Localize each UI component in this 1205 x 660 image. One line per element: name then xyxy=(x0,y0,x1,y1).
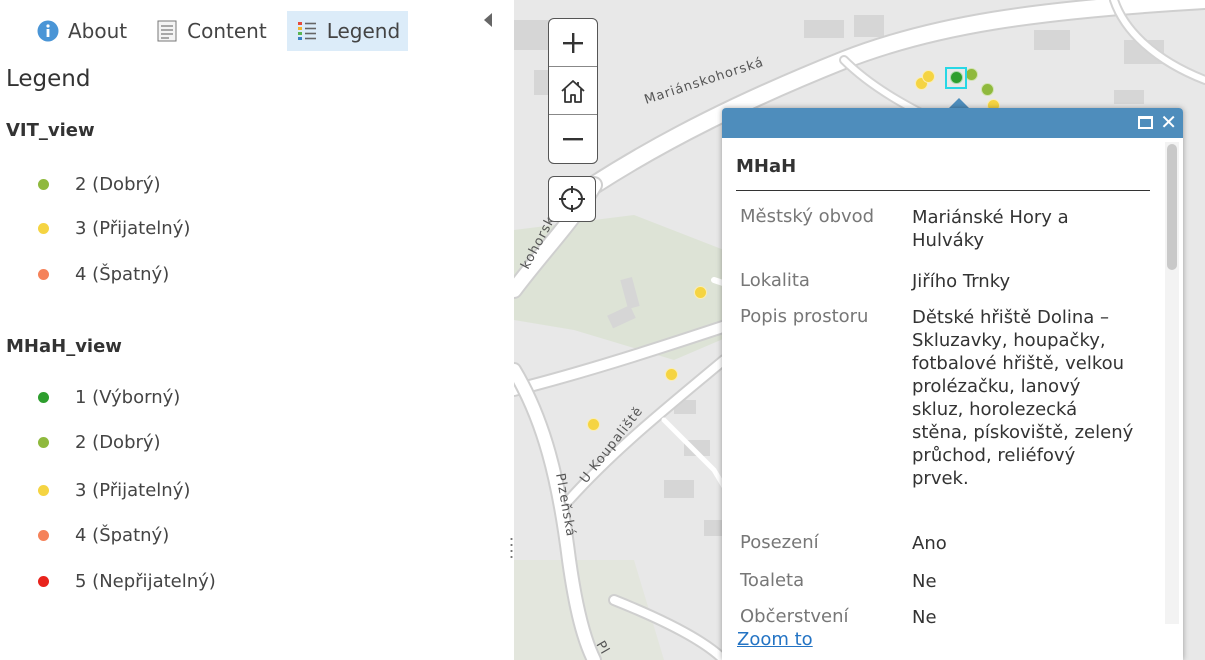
legend-item-label: 4 (Špatný) xyxy=(75,524,170,546)
legend-item: 1 (Výborný) xyxy=(38,383,180,411)
feature-popup: ✕ MHaH Městský obvod Mariánské Hory a Hu… xyxy=(722,108,1183,660)
content-list-icon xyxy=(155,19,179,43)
attribute-value: Jiřího Trnky xyxy=(912,270,1150,293)
attribute-name: Toaleta xyxy=(740,570,805,591)
legend-item: 2 (Dobrý) xyxy=(38,428,161,456)
value-line: prolézačku, lanový xyxy=(912,376,1081,397)
value-line: Dětské hřiště Dolina – xyxy=(912,307,1110,328)
splitter-grip-icon[interactable] xyxy=(510,536,513,562)
value-line: Hulváky xyxy=(912,230,985,251)
legend-item: 2 (Dobrý) xyxy=(38,170,161,198)
map-point[interactable] xyxy=(981,83,994,96)
legend-item: 4 (Špatný) xyxy=(38,521,169,549)
home-button[interactable] xyxy=(549,67,597,115)
attribute-name: Lokalita xyxy=(740,270,810,291)
tab-about[interactable]: About xyxy=(28,11,135,51)
attribute-value: Dětské hřiště Dolina – Skluzavky, houpač… xyxy=(912,306,1150,490)
tab-legend-label: Legend xyxy=(326,19,401,43)
legend-swatch xyxy=(38,436,49,448)
minus-icon xyxy=(563,138,583,141)
zoom-to-link[interactable]: Zoom to xyxy=(737,629,813,650)
legend-item-label: 2 (Dobrý) xyxy=(75,173,161,195)
value-line: Skluzavky, houpačky, xyxy=(912,330,1106,351)
map-point[interactable] xyxy=(694,286,707,299)
legend-swatch xyxy=(38,529,49,541)
selected-feature-highlight xyxy=(945,67,967,89)
value-line: průchod, reliéfový xyxy=(912,445,1076,466)
panel-tabs: About Content Legend xyxy=(28,11,409,51)
legend-title: Legend xyxy=(6,66,91,92)
attribute-name: Městský obvod xyxy=(740,206,875,227)
info-icon xyxy=(36,19,60,43)
map-point[interactable] xyxy=(922,70,935,83)
zoom-in-button[interactable] xyxy=(549,19,597,67)
legend-item: 3 (Přijatelný) xyxy=(38,214,190,242)
legend-swatch xyxy=(38,222,49,234)
tab-legend[interactable]: Legend xyxy=(286,11,409,51)
value-line: Ne xyxy=(912,571,937,592)
value-line: prvek. xyxy=(912,468,969,489)
value-line: Mariánské Hory a xyxy=(912,207,1069,228)
legend-item-label: 5 (Nepřijatelný) xyxy=(75,570,216,592)
locate-button[interactable] xyxy=(548,176,596,222)
attribute-name: Popis prostoru xyxy=(740,306,869,327)
value-line: Jiřího Trnky xyxy=(912,271,1011,292)
locate-icon xyxy=(559,186,585,212)
value-line: stěna, pískoviště, zelený xyxy=(912,422,1134,443)
popup-body: MHaH Městský obvod Mariánské Hory a Hulv… xyxy=(736,138,1151,660)
legend-layer-title: VIT_view xyxy=(6,120,95,141)
legend-item: 4 (Špatný) xyxy=(38,260,169,288)
zoom-controls xyxy=(548,18,598,164)
map-point[interactable] xyxy=(665,368,678,381)
legend-item-label: 3 (Přijatelný) xyxy=(75,479,191,501)
attribute-name: Občerstvení xyxy=(740,606,849,627)
legend-item-label: 2 (Dobrý) xyxy=(75,431,161,453)
attribute-value: Ne xyxy=(912,606,1150,629)
plus-icon xyxy=(563,32,583,53)
value-line: Ne xyxy=(912,607,937,628)
tab-about-label: About xyxy=(68,19,128,43)
close-icon[interactable]: ✕ xyxy=(1160,111,1177,133)
collapse-panel-icon[interactable] xyxy=(484,13,492,27)
attribute-value: Mariánské Hory a Hulváky xyxy=(912,206,1150,252)
home-icon xyxy=(561,79,585,103)
legend-layer-title: MHaH_view xyxy=(6,336,122,357)
legend-item-label: 4 (Špatný) xyxy=(75,263,170,285)
legend-item: 5 (Nepřijatelný) xyxy=(38,567,216,595)
attribute-value: Ne xyxy=(912,570,1150,593)
popup-title: MHaH xyxy=(736,156,797,177)
tab-content[interactable]: Content xyxy=(147,11,275,51)
legend-item-label: 1 (Výborný) xyxy=(75,386,181,408)
legend-swatch xyxy=(38,575,49,587)
legend-item-label: 3 (Přijatelný) xyxy=(75,217,191,239)
legend-swatch xyxy=(38,484,49,496)
zoom-out-button[interactable] xyxy=(549,115,597,163)
map-view[interactable]: Mariánskohorská kohorská U Koupaliště Pl… xyxy=(514,0,1205,660)
value-line: Ano xyxy=(912,533,947,554)
value-line: skluz, horolezecká xyxy=(912,399,1078,420)
attribute-name: Posezení xyxy=(740,532,819,553)
popup-header: ✕ xyxy=(722,108,1183,138)
title-divider xyxy=(736,190,1150,191)
attribute-value: Ano xyxy=(912,532,1150,555)
tab-content-label: Content xyxy=(187,19,267,43)
popup-scrollbar-thumb[interactable] xyxy=(1167,144,1177,270)
legend-swatch xyxy=(38,178,49,190)
value-line: fotbalové hřiště, velkou xyxy=(912,353,1125,374)
legend-swatch xyxy=(38,391,49,403)
maximize-icon[interactable] xyxy=(1138,116,1153,129)
map-point[interactable] xyxy=(587,418,600,431)
legend-item: 3 (Přijatelný) xyxy=(38,476,190,504)
legend-swatch xyxy=(38,268,49,280)
side-panel: About Content Legend Legend VIT_view 2 (… xyxy=(0,0,510,660)
legend-list-icon xyxy=(295,19,319,43)
